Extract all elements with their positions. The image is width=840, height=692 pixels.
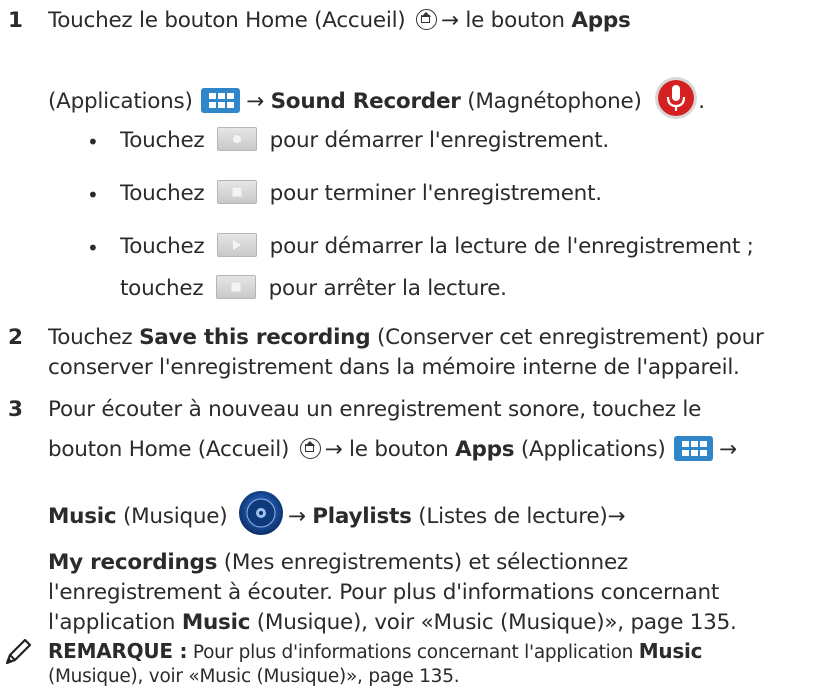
stop-button-icon <box>216 275 257 299</box>
bullet-stop: Touchez pour terminer l'enregistrement. <box>120 180 602 206</box>
bullet-record: Touchez pour démarrer l'enregistrement. <box>120 127 609 153</box>
apps-icon <box>201 87 241 113</box>
play-button-icon <box>217 233 258 257</box>
step2-line2: conserver l'enregistrement dans la mémoi… <box>48 355 740 380</box>
step3-line6: l'application Music (Musique), voir «Mus… <box>48 610 737 635</box>
stop-button-icon <box>217 180 258 204</box>
home-icon <box>416 8 438 30</box>
step3-line5: l'enregistrement à écouter. Pour plus d'… <box>48 580 720 605</box>
microphone-icon <box>655 77 698 119</box>
bullet: • <box>87 236 99 260</box>
step2-line1: Touchez Save this recording (Conserver c… <box>48 325 764 350</box>
note-line1: REMARQUE : Pour plus d'informations conc… <box>48 639 703 663</box>
step3-line1: Pour écouter à nouveau un enregistrement… <box>48 397 702 422</box>
step-number: 2 <box>8 325 23 350</box>
home-icon <box>299 437 321 459</box>
step1-line1: Touchez le bouton Home (Accueil) → le bo… <box>48 8 631 33</box>
step-number: 1 <box>8 8 23 33</box>
step-number: 3 <box>8 397 23 422</box>
music-icon <box>238 491 283 535</box>
bullet: • <box>87 183 99 207</box>
apps-icon <box>674 435 714 461</box>
step3-line4: My recordings (Mes enregistrements) et s… <box>48 550 628 575</box>
step1-line2: (Applications) → Sound Recorder (Magnéto… <box>48 77 705 124</box>
bullet-play: Touchez pour démarrer la lecture de l'en… <box>120 233 754 259</box>
step3-line3: Music (Musique) → Playlists (Listes de l… <box>48 491 626 540</box>
note-pencil-icon <box>5 638 32 665</box>
bullet: • <box>87 130 99 154</box>
note-line2: (Musique), voir «Music (Musique)», page … <box>48 666 460 687</box>
bullet-play-cont: touchez pour arrêter la lecture. <box>120 275 507 301</box>
record-button-icon <box>217 127 258 151</box>
step3-line2: bouton Home (Accueil) → le bouton Apps (… <box>48 435 737 462</box>
